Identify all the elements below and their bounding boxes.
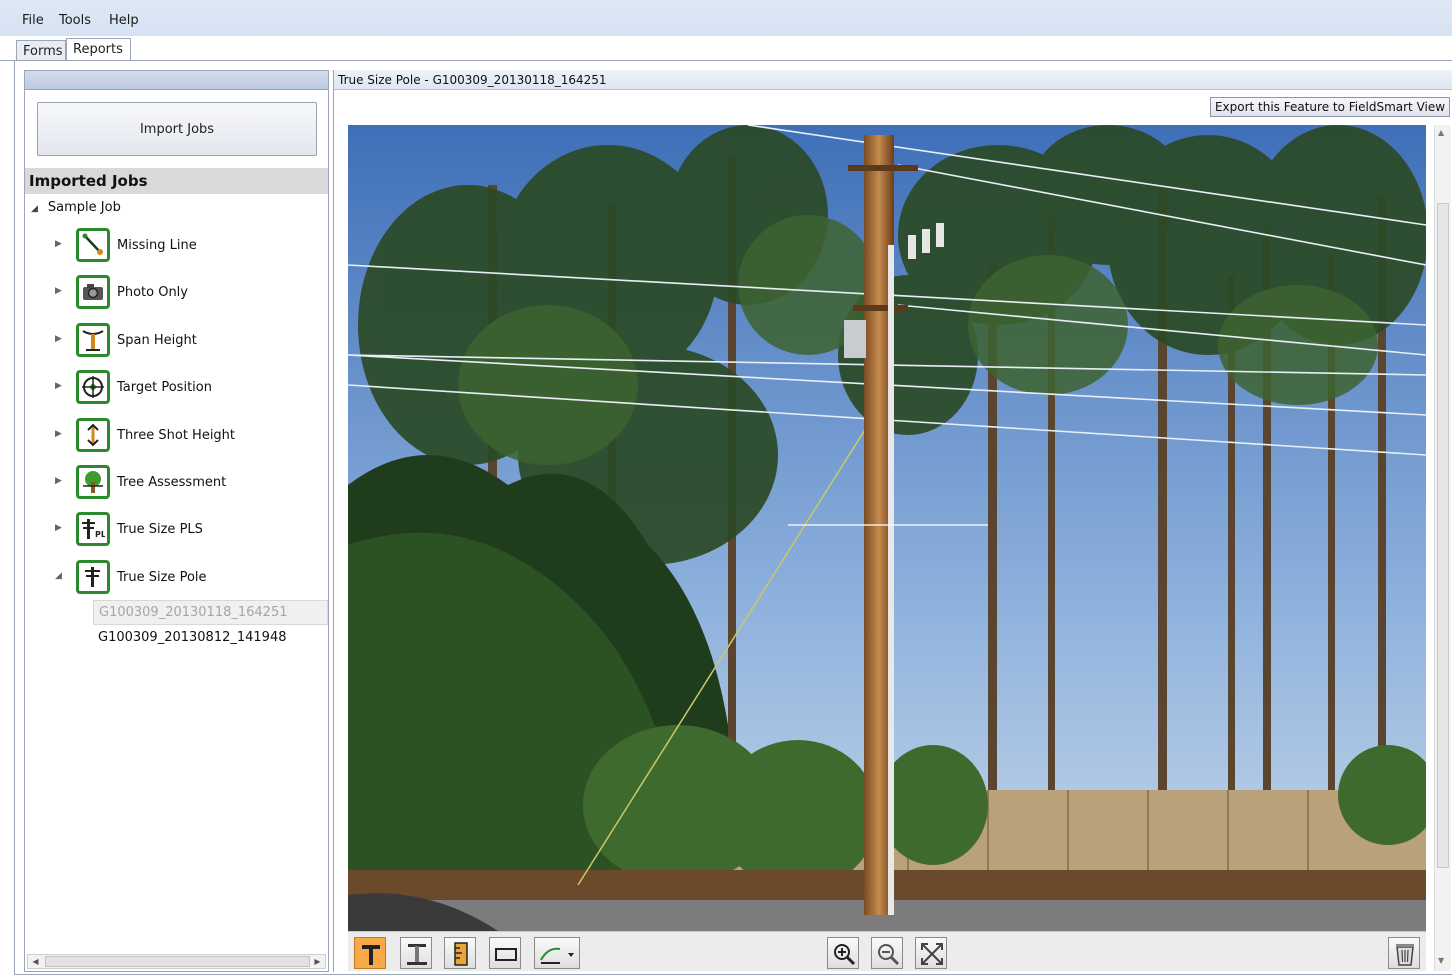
imported-jobs-heading: Imported Jobs [25, 168, 328, 194]
pole-top-tool-button[interactable] [354, 937, 386, 969]
expand-arrow-icon[interactable]: ▶ [55, 286, 62, 296]
tree-item-span-height[interactable]: ▶ Span Height [25, 321, 328, 361]
crosshair-target-icon [76, 370, 110, 404]
tree-item-photo-only[interactable]: ▶ Photo Only [25, 273, 328, 313]
zoom-out-button[interactable] [871, 937, 903, 969]
menu-file[interactable]: File [22, 13, 44, 28]
category-label: Tree Assessment [117, 475, 227, 490]
category-label: Span Height [117, 333, 197, 348]
trash-icon [1396, 944, 1414, 966]
pole-top-icon [362, 945, 380, 965]
scroll-left-icon[interactable]: ◀ [28, 955, 43, 968]
export-fieldsmart-button[interactable]: Export this Feature to FieldSmart View [1210, 97, 1450, 117]
rectangle-icon [495, 948, 517, 961]
camera-icon [76, 275, 110, 309]
expand-arrow-icon[interactable]: ▶ [55, 381, 62, 391]
tree-item-target-position[interactable]: ▶ Target Position [25, 368, 328, 408]
fit-to-window-icon [921, 943, 943, 965]
svg-text:PLS: PLS [95, 530, 105, 539]
measure-toolbar [348, 931, 1426, 971]
expand-arrow-icon[interactable]: ▶ [55, 429, 62, 439]
vertical-scrollbar[interactable]: ▲ ▼ [1434, 125, 1451, 971]
category-label: Target Position [117, 380, 212, 395]
category-label: True Size PLS [117, 522, 203, 537]
menu-bar: File Tools Help [0, 0, 1452, 36]
tree-item-true-size-pls[interactable]: ▶ PLS True Size PLS [25, 510, 328, 550]
line-tool-dropdown-button[interactable] [534, 937, 580, 969]
viewer-title: True Size Pole - G100309_20130118_164251 [334, 70, 1452, 90]
scroll-right-icon[interactable]: ▶ [310, 955, 325, 968]
scroll-thumb[interactable] [45, 956, 310, 967]
height-arrow-icon [76, 418, 110, 452]
missing-line-icon [76, 228, 110, 262]
line-tool-icon [540, 947, 574, 964]
zoom-in-button[interactable] [827, 937, 859, 969]
feature-photo[interactable] [348, 125, 1426, 931]
jobs-panel: Import Jobs Imported Jobs ◢ Sample Job ▶ … [24, 70, 329, 972]
feature-viewer: True Size Pole - G100309_20130118_164251… [333, 70, 1452, 972]
job-name: Sample Job [47, 200, 121, 215]
menu-tools[interactable]: Tools [59, 13, 91, 28]
horizontal-scrollbar[interactable]: ◀ ▶ [27, 954, 326, 969]
tree-item-true-size-pole[interactable]: ◢ True Size Pole [25, 558, 328, 598]
pole-measure-tool-button[interactable] [400, 937, 432, 969]
tab-forms[interactable]: Forms [16, 40, 66, 61]
fit-to-window-button[interactable] [915, 937, 947, 969]
category-label: Three Shot Height [117, 428, 236, 443]
tree-icon [76, 465, 110, 499]
expand-arrow-icon[interactable]: ▶ [55, 476, 62, 486]
pole-measure-icon [407, 944, 427, 965]
tree-item-three-shot-height[interactable]: ▶ Three Shot Height [25, 416, 328, 456]
import-jobs-button[interactable]: Import Jobs [37, 102, 317, 156]
tree-job-sample[interactable]: ◢ Sample Job [31, 200, 121, 215]
zoom-in-icon [834, 944, 856, 966]
category-label: Missing Line [117, 238, 197, 253]
collapse-arrow-icon[interactable]: ◢ [31, 204, 38, 214]
panel-header [25, 71, 328, 90]
expand-arrow-icon[interactable]: ▶ [55, 523, 62, 533]
scroll-up-icon[interactable]: ▲ [1438, 128, 1444, 137]
category-label: True Size Pole [117, 570, 207, 585]
span-height-icon [76, 323, 110, 357]
tree-item-missing-line[interactable]: ▶ Missing Line [25, 226, 328, 266]
expand-arrow-icon[interactable]: ▶ [55, 334, 62, 344]
expand-arrow-icon[interactable]: ▶ [55, 239, 62, 249]
collapse-arrow-icon[interactable]: ◢ [55, 571, 62, 581]
record-item[interactable]: G100309_20130118_164251 [93, 600, 328, 625]
tab-strip: Forms Reports [0, 36, 1452, 61]
ruler-tool-button[interactable] [444, 937, 476, 969]
scroll-down-icon[interactable]: ▼ [1438, 956, 1444, 965]
pole-icon [76, 560, 110, 594]
zoom-out-icon [878, 944, 900, 966]
pole-pls-icon: PLS [76, 512, 110, 546]
menu-help[interactable]: Help [109, 13, 139, 28]
tab-reports[interactable]: Reports [66, 38, 131, 61]
rectangle-tool-button[interactable] [489, 937, 521, 969]
category-label: Photo Only [117, 285, 188, 300]
record-item[interactable]: G100309_20130812_141948 [93, 626, 328, 651]
scroll-thumb[interactable] [1437, 203, 1449, 868]
delete-button[interactable] [1388, 937, 1420, 969]
ruler-icon [454, 942, 468, 966]
tree-item-tree-assessment[interactable]: ▶ Tree Assessment [25, 463, 328, 503]
